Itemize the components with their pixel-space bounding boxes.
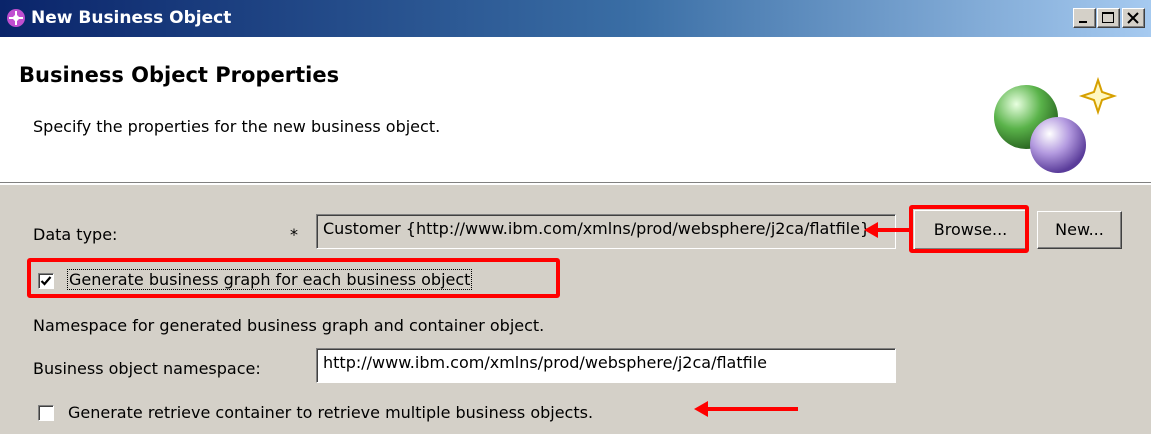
business-object-wizard-icon: [994, 76, 1118, 173]
browse-highlight-box: [909, 205, 1029, 253]
page-title: Business Object Properties: [19, 63, 340, 87]
retrieve-container-label[interactable]: Generate retrieve container to retrieve …: [68, 403, 593, 422]
minimize-button[interactable]: [1073, 8, 1096, 28]
maximize-icon: [1102, 12, 1114, 23]
maximize-button[interactable]: [1097, 8, 1120, 28]
window-title: New Business Object: [31, 8, 232, 28]
close-button[interactable]: [1122, 8, 1145, 28]
close-icon: [1127, 12, 1139, 24]
namespace-note: Namespace for generated business graph a…: [33, 316, 545, 335]
minimize-icon: [1079, 21, 1087, 23]
header-separator: [0, 183, 1151, 185]
required-marker: *: [290, 225, 298, 244]
generate-graph-highlight-box: [27, 258, 560, 298]
new-button[interactable]: New...: [1037, 211, 1122, 249]
title-bar[interactable]: New Business Object: [0, 0, 1151, 37]
arrow-to-retrieve-icon: [694, 401, 798, 417]
wizard-header: Business Object Properties Specify the p…: [0, 37, 1151, 183]
business-object-icon: [7, 9, 25, 27]
bo-namespace-input[interactable]: http://www.ibm.com/xmlns/prod/websphere/…: [316, 348, 896, 383]
retrieve-container-checkbox[interactable]: [38, 405, 54, 421]
data-type-label: Data type:: [33, 225, 118, 244]
data-type-field[interactable]: Customer {http://www.ibm.com/xmlns/prod/…: [316, 214, 896, 249]
page-description: Specify the properties for the new busin…: [33, 117, 441, 136]
arrow-to-browse-icon: [864, 222, 912, 238]
bo-namespace-label: Business object namespace:: [33, 359, 261, 378]
